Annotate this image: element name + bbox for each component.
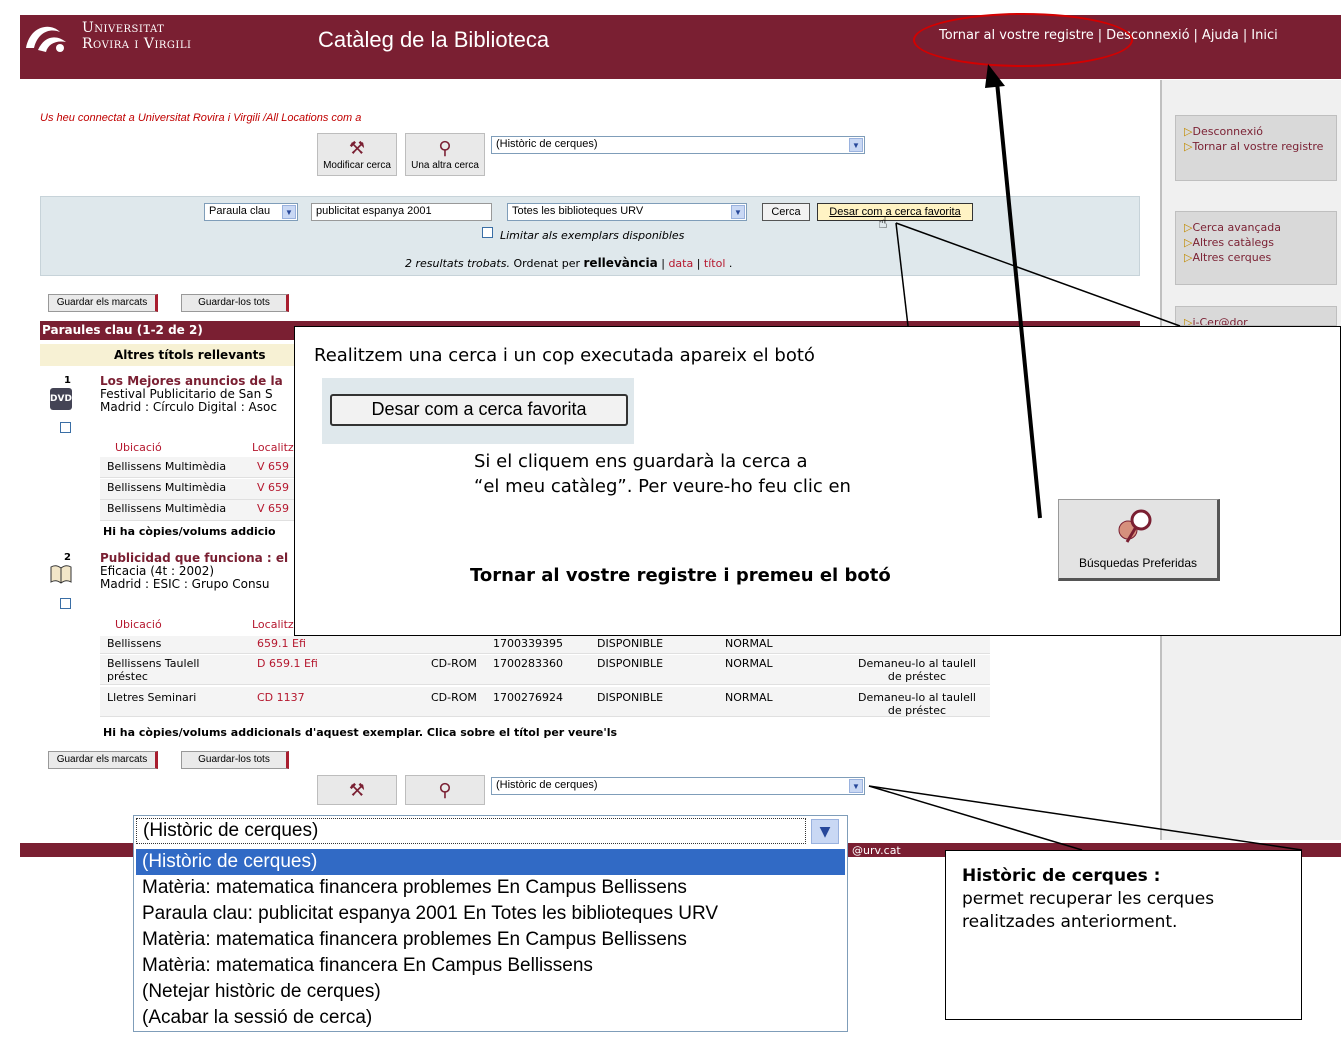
arrow-shaft — [995, 81, 1042, 519]
pointer-line — [895, 222, 909, 327]
pointer-line — [868, 785, 1303, 851]
pointer-line — [868, 785, 1083, 851]
annotation-overlay — [868, 64, 1303, 851]
pointer-line — [895, 222, 1181, 327]
arrow-head-icon — [985, 64, 1005, 88]
